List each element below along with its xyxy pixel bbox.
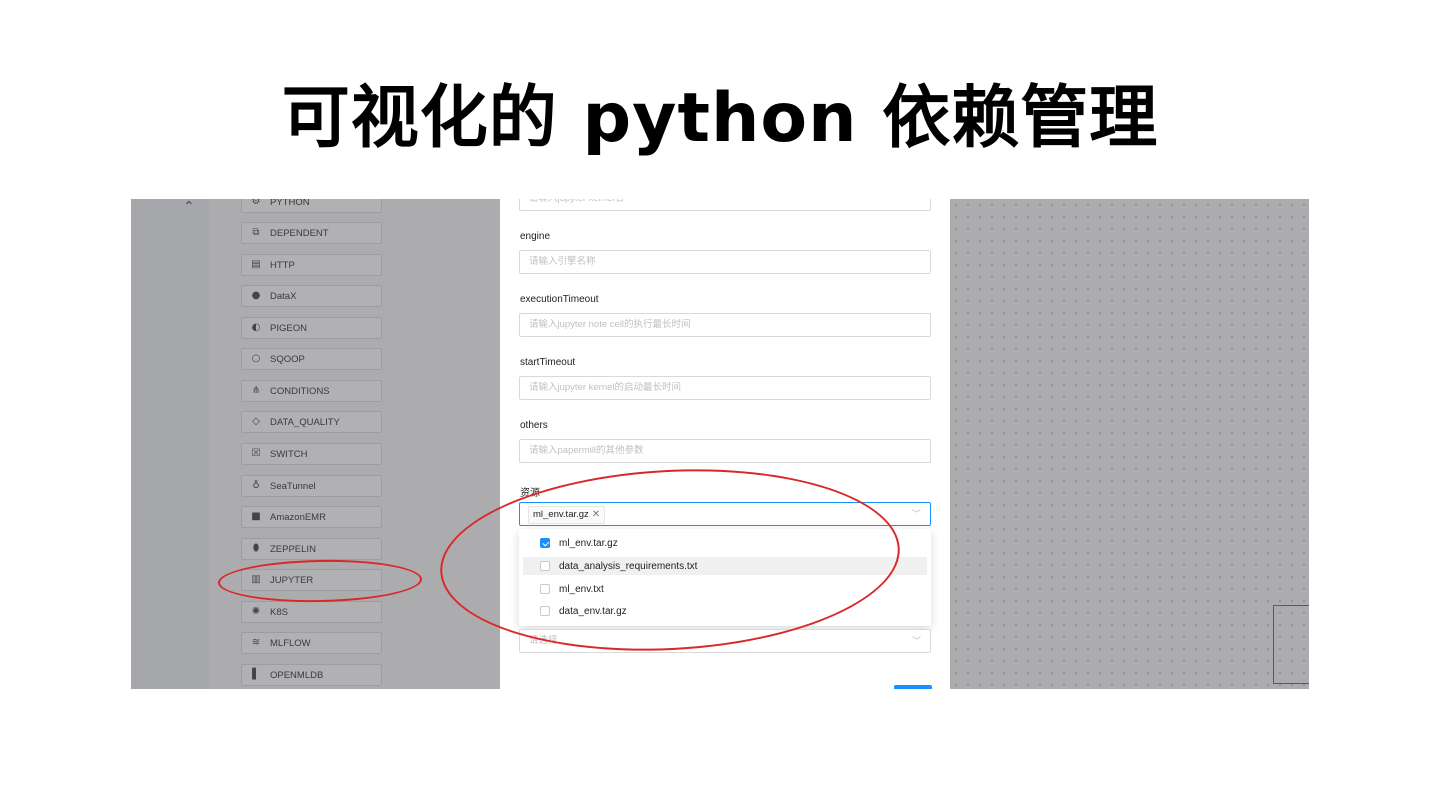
execution-timeout-input[interactable]: 请输入jupyter note cell的执行最长时间 bbox=[519, 313, 931, 337]
app-screenshot: ⌃ ⚙ PYTHON ⧉ DEPENDENT ▤ HTTP ● DataX ◐ … bbox=[131, 199, 1309, 689]
resources-select[interactable]: ml_env.tar.gz ✕ ﹀ bbox=[519, 502, 931, 526]
start-timeout-input[interactable]: 请输入jupyter kernel的启动最长时间 bbox=[519, 376, 931, 400]
checkbox[interactable] bbox=[540, 561, 550, 571]
checkbox-checked[interactable] bbox=[540, 538, 550, 548]
checkbox[interactable] bbox=[540, 606, 550, 616]
resources-dropdown: ml_env.tar.gz data_analysis_requirements… bbox=[519, 529, 931, 626]
resource-option[interactable]: ml_env.txt bbox=[523, 580, 927, 598]
confirm-button[interactable] bbox=[894, 685, 932, 689]
resource-option[interactable]: ml_env.tar.gz bbox=[523, 534, 927, 552]
chevron-down-icon[interactable]: ﹀ bbox=[912, 503, 921, 525]
resource-option[interactable]: data_analysis_requirements.txt bbox=[523, 557, 927, 575]
close-icon[interactable]: ✕ bbox=[592, 509, 600, 520]
slide-title: 可视化的 python 依赖管理 bbox=[281, 79, 1159, 158]
task-form-drawer: 请输入jupyter kernel名 engine 请输入引擎名称 execut… bbox=[500, 199, 950, 689]
chevron-down-icon[interactable]: ﹀ bbox=[912, 630, 921, 652]
checkbox[interactable] bbox=[540, 584, 550, 594]
execution-timeout-label: executionTimeout bbox=[520, 294, 599, 305]
start-timeout-label: startTimeout bbox=[520, 357, 576, 368]
others-input[interactable]: 请输入papermill的其他参数 bbox=[519, 439, 931, 463]
next-select[interactable]: 请选择 ﹀ bbox=[519, 629, 931, 653]
engine-label: engine bbox=[520, 231, 551, 242]
engine-input[interactable]: 请输入引擎名称 bbox=[519, 250, 931, 274]
selected-resource-tag: ml_env.tar.gz ✕ bbox=[528, 506, 606, 524]
kernel-input[interactable]: 请输入jupyter kernel名 bbox=[519, 199, 931, 211]
resources-label: 资源 bbox=[520, 488, 540, 499]
others-label: others bbox=[520, 420, 548, 431]
resource-option[interactable]: data_env.tar.gz bbox=[523, 602, 927, 620]
